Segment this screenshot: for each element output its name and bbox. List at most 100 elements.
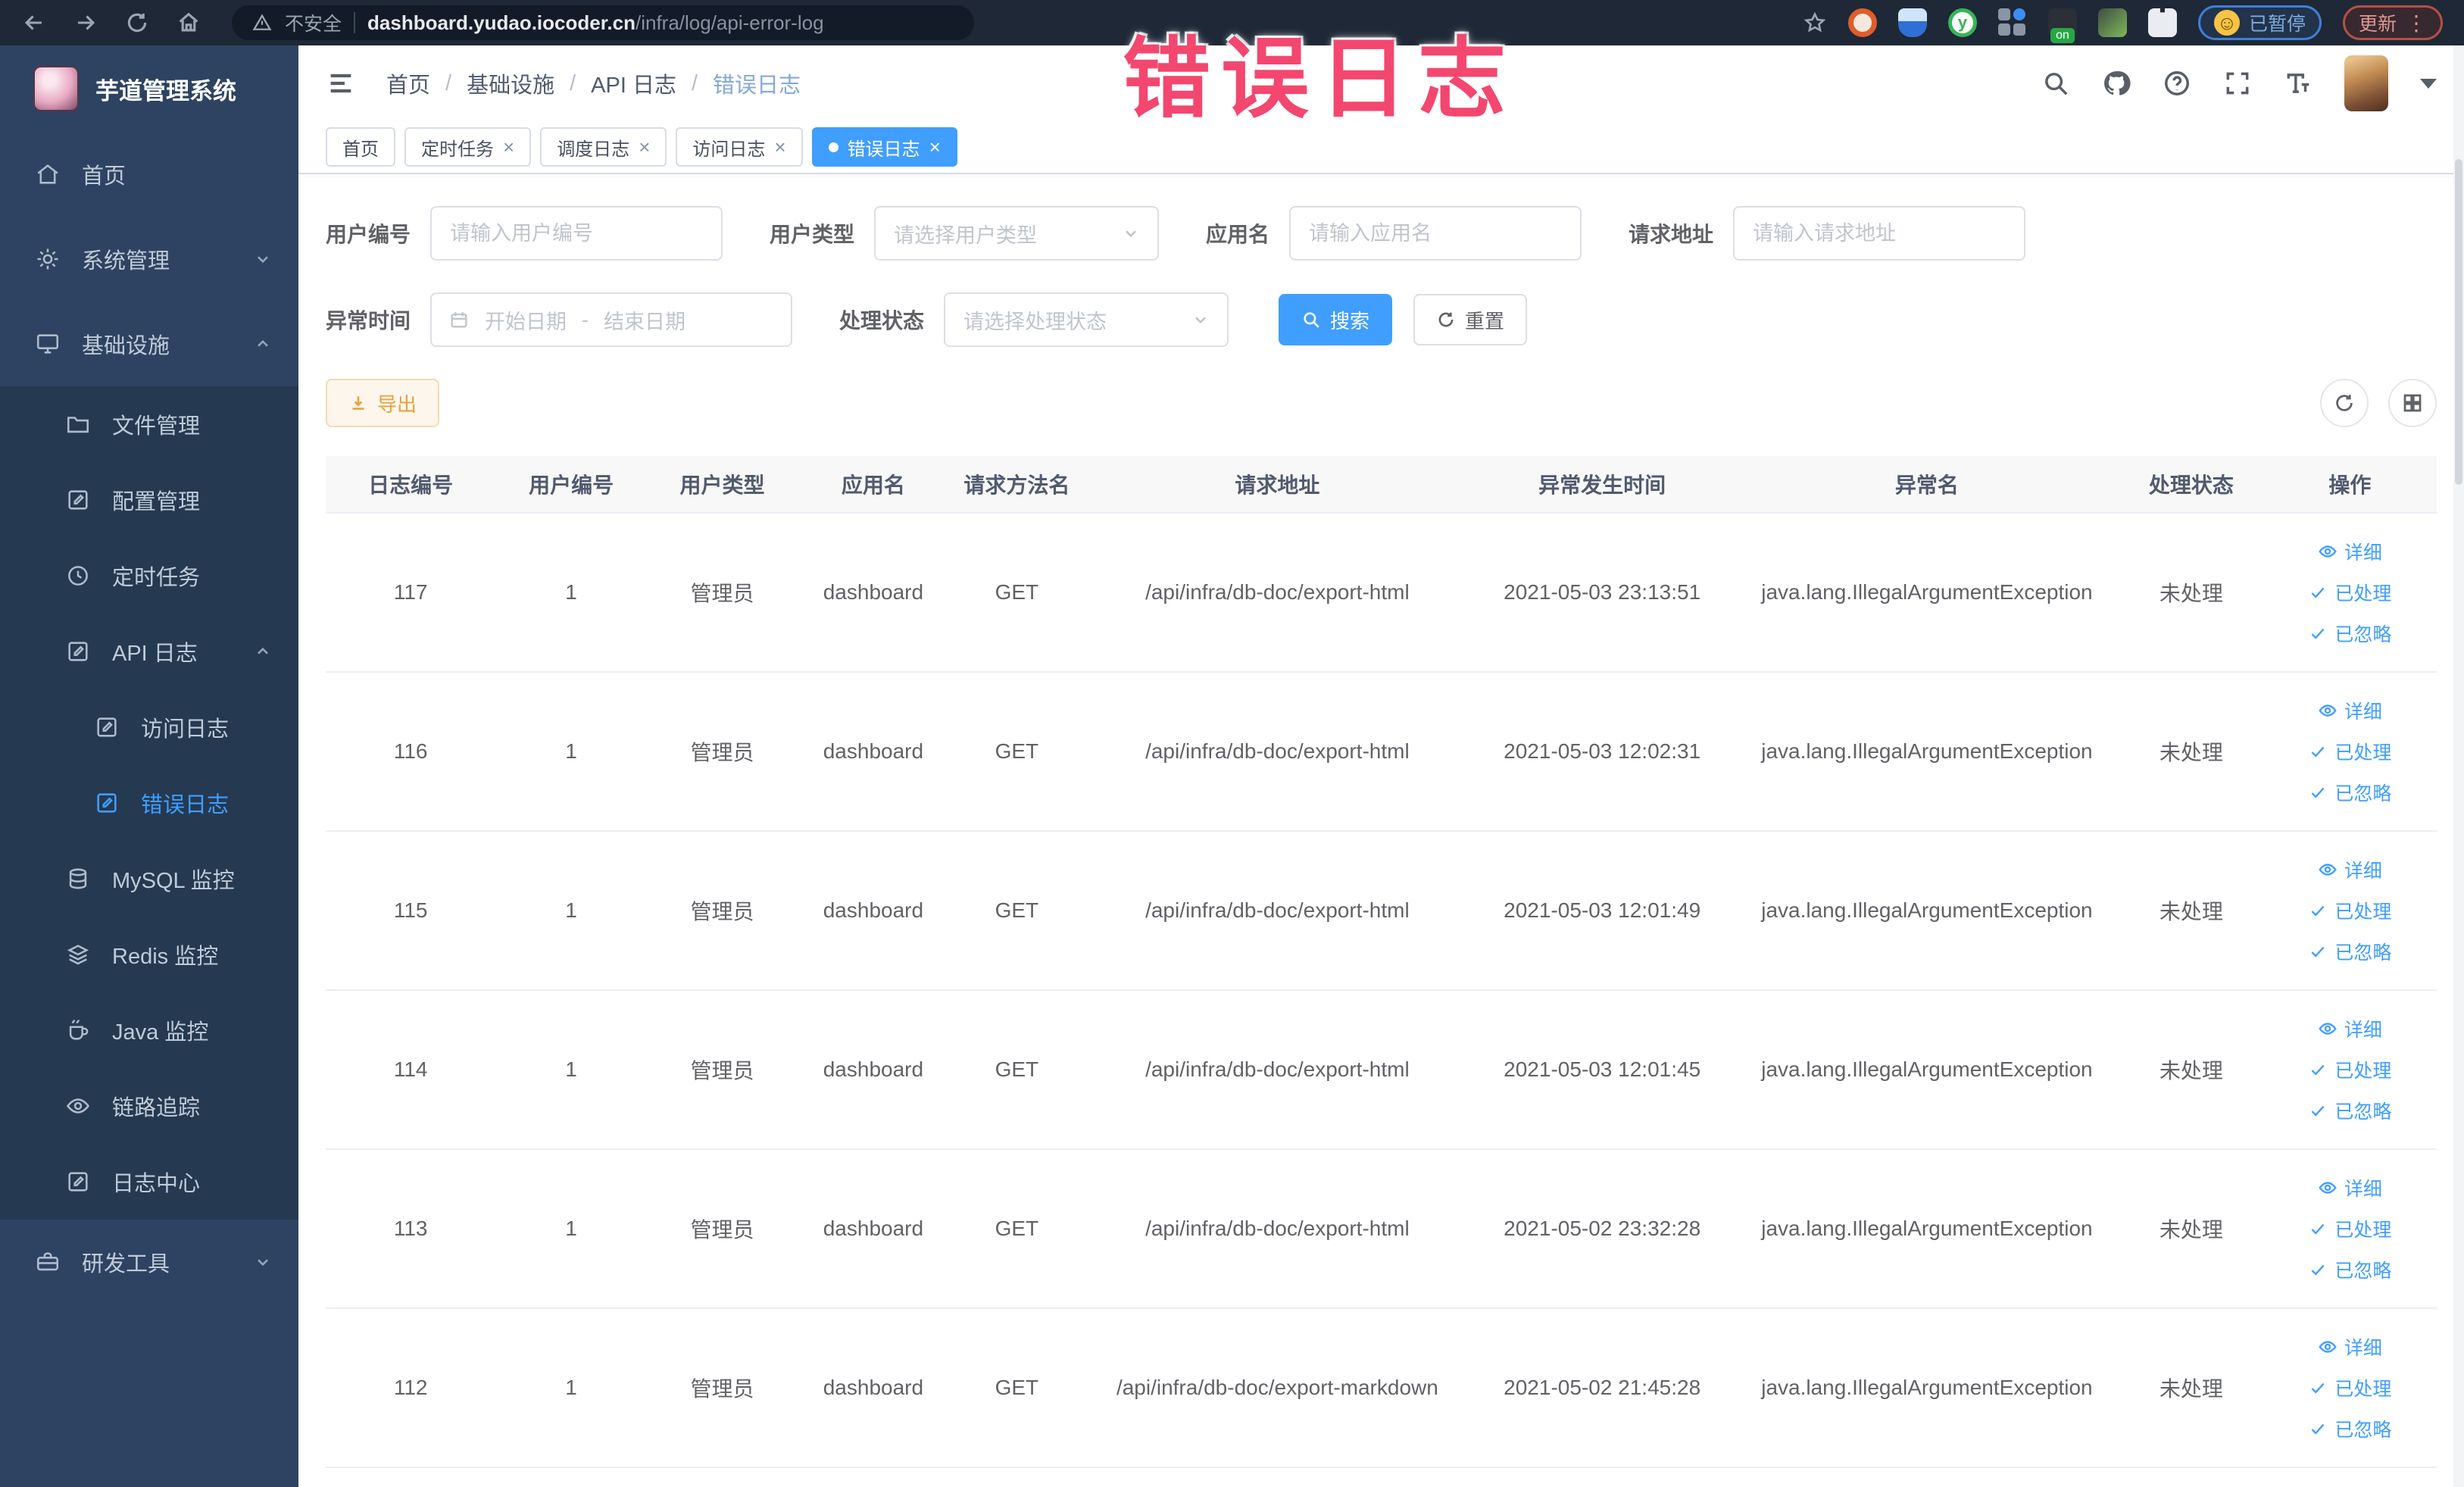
close-icon[interactable]: ×: [503, 137, 514, 157]
sidebar-collapse-icon[interactable]: [326, 68, 356, 98]
cell-actions: 详细 已处理 已忽略: [2263, 1015, 2437, 1124]
extension-icon-leaf[interactable]: [2097, 8, 2127, 37]
breadcrumb-item-error-log: 错误日志: [713, 73, 801, 98]
user-avatar[interactable]: [2344, 55, 2388, 111]
help-icon[interactable]: [2163, 69, 2191, 98]
tag-scheduled-jobs[interactable]: 定时任务 ×: [404, 127, 532, 167]
tag-error-log[interactable]: 错误日志 ×: [811, 127, 957, 167]
ignored-link[interactable]: 已忽略: [2308, 1256, 2391, 1283]
sidebar: 芋道管理系统 首页 系统管理 基础设施 文件管理 配置管理 定时任务 API 日…: [0, 45, 298, 1487]
sidebar-item-config-management[interactable]: 配置管理: [0, 462, 298, 538]
sidebar-item-error-log[interactable]: 错误日志: [0, 765, 298, 841]
ignored-link[interactable]: 已忽略: [2308, 938, 2391, 965]
tag-home[interactable]: 首页: [326, 127, 395, 167]
ignored-link[interactable]: 已忽略: [2308, 1097, 2391, 1124]
url-host: dashboard.yudao.iocoder.cn: [367, 11, 636, 34]
close-icon[interactable]: ×: [774, 137, 785, 157]
sidebar-item-infrastructure[interactable]: 基础设施: [0, 301, 298, 386]
processed-link[interactable]: 已处理: [2308, 738, 2391, 765]
cell-actions: 详细 已处理 已忽略: [2263, 538, 2437, 647]
browser-menu-icon[interactable]: ⋮: [2406, 11, 2427, 36]
column-settings-button[interactable]: [2388, 379, 2437, 427]
screen: 不安全 dashboard.yudao.iocoder.cn/infra/log…: [0, 0, 2464, 1487]
date-range-picker[interactable]: 开始日期 - 结束日期: [430, 292, 793, 347]
detail-link[interactable]: 详细: [2318, 1174, 2382, 1201]
search-icon[interactable]: [2041, 69, 2070, 98]
processed-link[interactable]: 已处理: [2308, 1056, 2391, 1083]
breadcrumb-item-home[interactable]: 首页: [386, 67, 430, 99]
request-url-input[interactable]: [1733, 206, 2026, 261]
address-bar[interactable]: 不安全 dashboard.yudao.iocoder.cn/infra/log…: [232, 5, 974, 40]
processed-link[interactable]: 已处理: [2308, 1215, 2391, 1242]
fullscreen-icon[interactable]: [2223, 69, 2252, 98]
layers-icon: [68, 945, 88, 965]
breadcrumb-item-api-log[interactable]: API 日志: [591, 67, 676, 99]
close-icon[interactable]: ×: [639, 137, 650, 157]
reload-icon[interactable]: [124, 10, 150, 36]
cell-exception-name: java.lang.IllegalArgumentException: [1761, 1217, 2093, 1240]
detail-link[interactable]: 详细: [2318, 538, 2382, 565]
forward-icon[interactable]: [73, 10, 98, 36]
sidebar-item-home[interactable]: 首页: [0, 132, 298, 217]
process-status-select[interactable]: 请选择处理状态: [944, 292, 1229, 347]
scrollbar-thumb[interactable]: [2455, 159, 2462, 485]
sidebar-item-mysql-monitor[interactable]: MySQL 监控: [0, 841, 298, 917]
app-name-input[interactable]: [1289, 206, 1582, 261]
sidebar-item-log-center[interactable]: 日志中心: [0, 1144, 298, 1220]
detail-link[interactable]: 详细: [2318, 1333, 2382, 1360]
cell-user-type: 管理员: [690, 1377, 754, 1401]
font-size-icon[interactable]: [2284, 69, 2313, 98]
processed-link[interactable]: 已处理: [2308, 897, 2391, 924]
col-actions: 操作: [2328, 473, 2372, 497]
refresh-table-button[interactable]: [2320, 379, 2369, 427]
extension-icon-blue[interactable]: [1897, 8, 1927, 37]
close-icon[interactable]: ×: [929, 137, 941, 157]
table-tools-right: [2320, 379, 2437, 427]
detail-link[interactable]: 详细: [2318, 697, 2382, 724]
sidebar-item-scheduled-jobs[interactable]: 定时任务: [0, 538, 298, 614]
sidebar-item-redis-monitor[interactable]: Redis 监控: [0, 917, 298, 992]
app-title: 芋道管理系统: [95, 77, 236, 105]
sidebar-item-access-log[interactable]: 访问日志: [0, 689, 298, 765]
extensions-puzzle-icon[interactable]: [2147, 8, 2177, 37]
database-icon: [69, 868, 87, 889]
browser-update-button[interactable]: 更新 ⋮: [2342, 5, 2443, 40]
processed-link[interactable]: 已处理: [2308, 579, 2391, 606]
sidebar-item-api-log[interactable]: API 日志: [0, 614, 298, 689]
user-type-select[interactable]: 请选择用户类型: [874, 206, 1160, 261]
extension-icon-grid[interactable]: [1997, 8, 2027, 37]
sidebar-item-java-monitor[interactable]: Java 监控: [0, 992, 298, 1068]
navbar-actions: [2041, 55, 2437, 111]
extension-icon-orange[interactable]: [1847, 8, 1877, 37]
home-nav-icon[interactable]: [176, 10, 201, 36]
export-button[interactable]: 导出: [326, 379, 440, 427]
ignored-link[interactable]: 已忽略: [2308, 620, 2391, 647]
detail-link[interactable]: 详细: [2318, 856, 2382, 883]
cell-log-id: 113: [393, 1217, 428, 1240]
cell-app-name: dashboard: [823, 898, 924, 922]
sidebar-item-tracing[interactable]: 链路追踪: [0, 1068, 298, 1144]
processed-link[interactable]: 已处理: [2308, 1374, 2391, 1401]
user-id-input[interactable]: [430, 206, 723, 261]
sidebar-item-dev-tools[interactable]: 研发工具: [0, 1220, 298, 1304]
tag-schedule-log[interactable]: 调度日志 ×: [540, 127, 667, 167]
breadcrumb-item-infrastructure[interactable]: 基础设施: [467, 67, 554, 99]
sidebar-item-file-management[interactable]: 文件管理: [0, 386, 298, 462]
cell-log-id: 114: [393, 1057, 428, 1081]
github-icon[interactable]: [2102, 69, 2131, 98]
avatar-caret-icon[interactable]: [2420, 78, 2437, 89]
extension-icon-green-y[interactable]: y: [1947, 8, 1977, 37]
detail-link[interactable]: 详细: [2318, 1015, 2382, 1042]
tag-access-log[interactable]: 访问日志 ×: [676, 127, 803, 167]
search-button[interactable]: 搜索: [1279, 294, 1393, 345]
window-scrollbar[interactable]: [2453, 45, 2464, 1487]
sidebar-item-system-management[interactable]: 系统管理: [0, 217, 298, 301]
reset-button[interactable]: 重置: [1413, 294, 1528, 345]
extension-icon-on-badge[interactable]: [2047, 8, 2077, 37]
ignored-link[interactable]: 已忽略: [2308, 1415, 2391, 1442]
bookmark-star-icon[interactable]: [1803, 11, 1827, 35]
back-icon[interactable]: [21, 10, 47, 36]
ignored-link[interactable]: 已忽略: [2308, 779, 2391, 806]
profile-paused-badge[interactable]: ☺ 已暂停: [2197, 5, 2322, 40]
app-logo-row[interactable]: 芋道管理系统: [0, 45, 298, 132]
